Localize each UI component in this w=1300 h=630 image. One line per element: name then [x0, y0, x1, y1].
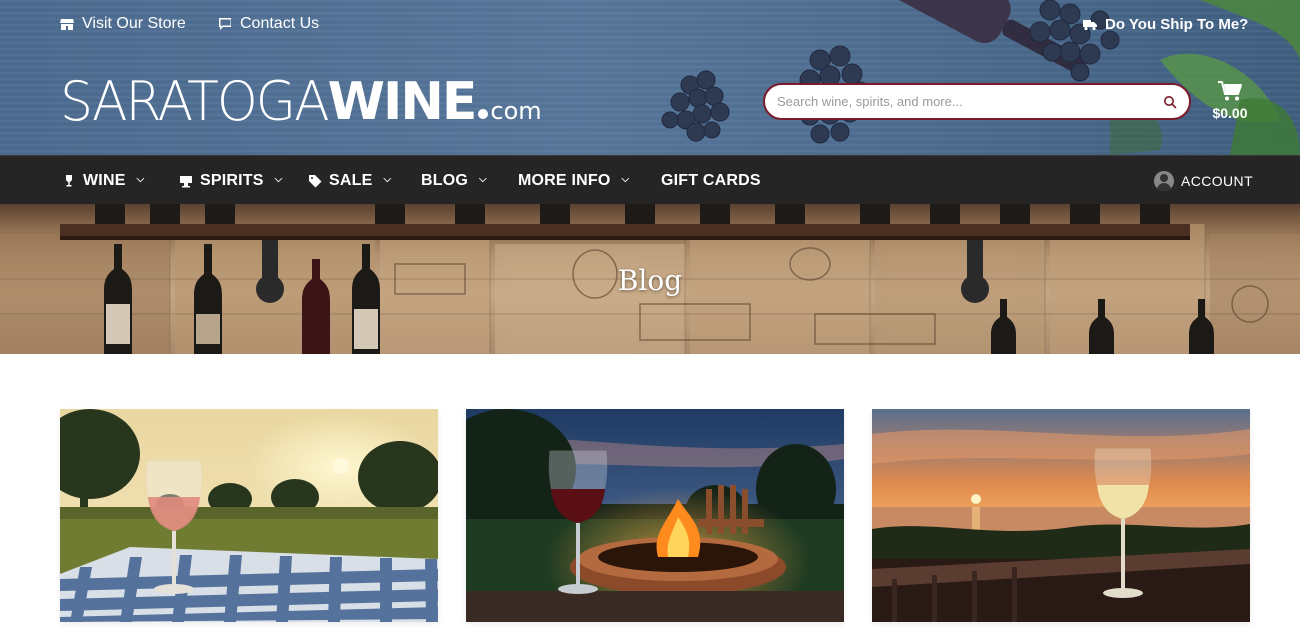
cart-button[interactable]: $0.00: [1208, 80, 1252, 121]
nav-item-gift-cards[interactable]: GIFT CARDS: [661, 156, 761, 205]
chevron-down-icon: ⌵: [383, 174, 392, 185]
nav-item-sale[interactable]: SALE ⌵: [308, 156, 391, 205]
main-nav: WINE ⌵ SPIRITS ⌵ SALE ⌵ BLOG ⌵ MORE INFO…: [0, 155, 1300, 204]
nav-label-blog: BLOG: [421, 171, 469, 189]
tag-icon: [309, 174, 322, 187]
truck-icon: [1083, 20, 1097, 31]
search-bar: [763, 83, 1191, 120]
account-label: ACCOUNT: [1181, 172, 1254, 189]
shipping-label: Do You Ship To Me?: [1105, 15, 1249, 33]
avatar-icon: [1154, 170, 1174, 191]
site-logo[interactable]: SARATOGA WINE com: [60, 70, 542, 134]
red-wine-firepit-image: [466, 409, 844, 622]
store-icon: [60, 19, 74, 30]
logo-saratoga: SARATOGA: [60, 70, 330, 134]
visit-store-label: Visit Our Store: [82, 15, 186, 32]
nav-label-wine: WINE: [83, 171, 126, 189]
nav-label-gift-cards: GIFT CARDS: [661, 171, 761, 189]
nav-label-more-info: MORE INFO: [518, 171, 611, 189]
chevron-down-icon: ⌵: [136, 174, 145, 185]
nav-label-sale: SALE: [329, 171, 373, 189]
contact-us-label: Contact Us: [240, 15, 320, 32]
cart-icon: [1218, 81, 1242, 101]
search-icon[interactable]: [1163, 95, 1177, 109]
search-input[interactable]: [777, 94, 1163, 109]
nav-item-spirits[interactable]: SPIRITS ⌵: [179, 156, 282, 205]
nav-item-wine[interactable]: WINE ⌵: [62, 156, 144, 205]
chevron-down-icon: ⌵: [274, 174, 283, 185]
blog-hero-banner: Blog: [0, 204, 1300, 354]
visit-store-link[interactable]: Visit Our Store: [60, 14, 186, 34]
nav-item-more-info[interactable]: MORE INFO ⌵: [518, 156, 629, 205]
chevron-down-icon: ⌵: [621, 174, 630, 185]
contact-us-link[interactable]: Contact Us: [218, 14, 319, 34]
nav-item-blog[interactable]: BLOG ⌵: [421, 156, 487, 205]
site-header: Visit Our Store Contact Us Do You Ship T…: [0, 0, 1300, 155]
blog-post-card[interactable]: [872, 409, 1250, 622]
wine-glass-icon: [66, 174, 72, 186]
white-wine-lake-image: [872, 409, 1250, 622]
page-title: Blog: [617, 264, 683, 297]
chevron-down-icon: ⌵: [479, 174, 487, 185]
nav-label-spirits: SPIRITS: [200, 171, 264, 189]
blog-post-card[interactable]: [60, 409, 438, 622]
rose-wine-picnic-image: [60, 409, 438, 622]
shipping-link[interactable]: Do You Ship To Me?: [1083, 14, 1248, 34]
chat-icon: [219, 18, 231, 30]
logo-wine: WINE: [327, 72, 478, 132]
logo-com: com: [490, 97, 542, 125]
blog-post-card[interactable]: [466, 409, 844, 622]
cart-total: $0.00: [1212, 105, 1248, 121]
account-link[interactable]: ACCOUNT: [1154, 156, 1253, 205]
logo-dot: [478, 109, 489, 119]
bar-icon: [180, 175, 192, 187]
